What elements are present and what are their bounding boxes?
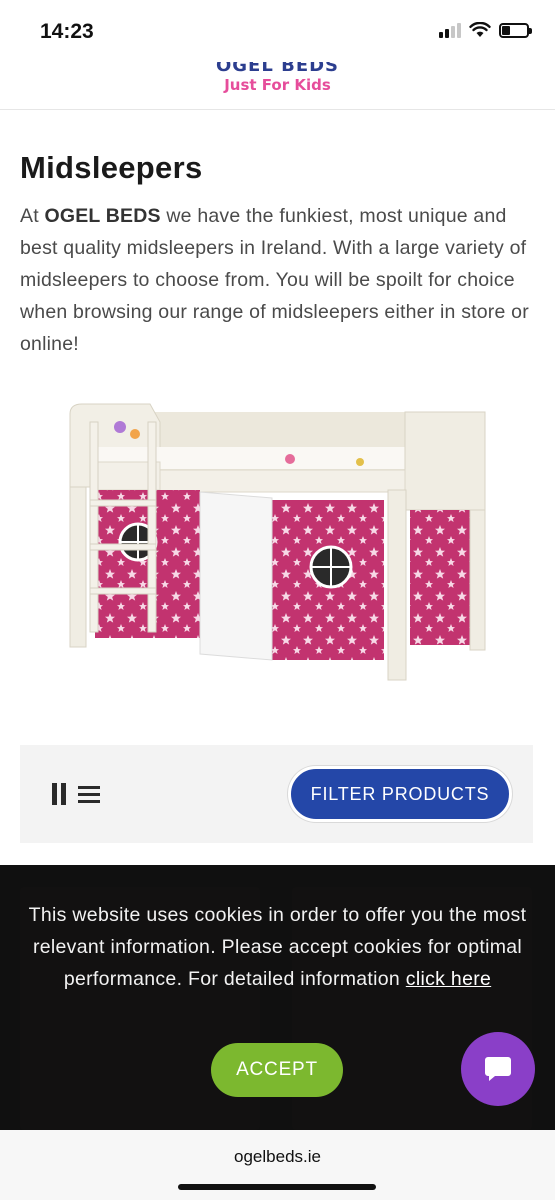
intro-prefix: At <box>20 205 45 227</box>
wifi-icon <box>469 22 491 37</box>
midsleeper-bed-image <box>69 403 486 681</box>
page-title: Midsleepers <box>20 150 203 185</box>
cookie-details-link[interactable]: click here <box>406 968 491 990</box>
cookie-message: This website uses cookies in order to of… <box>10 899 545 995</box>
intro-brand: OGEL BEDS <box>44 205 161 227</box>
status-bar: 14:23 <box>0 0 555 62</box>
list-view-icon[interactable] <box>78 785 100 803</box>
battery-icon <box>499 22 532 38</box>
battery-fill <box>502 25 511 35</box>
filter-bar: FILTER PRODUCTS <box>20 745 533 843</box>
cellular-signal-icon <box>439 22 461 38</box>
view-toggle <box>52 783 100 805</box>
filter-products-button[interactable]: FILTER PRODUCTS <box>288 766 512 822</box>
chat-bubble-icon <box>485 1057 511 1081</box>
home-indicator[interactable] <box>178 1184 376 1190</box>
intro-text: we have the funkiest, most unique and be… <box>20 205 529 355</box>
site-header: OGEL BEDS Just For Kids <box>0 62 555 110</box>
logo-text[interactable]: OGEL BEDS <box>0 62 555 76</box>
cookie-banner: This website uses cookies in order to of… <box>0 865 555 1130</box>
logo-tagline: Just For Kids <box>224 76 331 94</box>
accept-cookies-button[interactable]: ACCEPT <box>211 1043 343 1097</box>
grid-view-icon[interactable] <box>52 783 66 805</box>
browser-url-bar: ogelbeds.ie <box>0 1130 555 1200</box>
status-icons <box>439 22 532 38</box>
chat-button[interactable] <box>461 1032 535 1106</box>
url-text[interactable]: ogelbeds.ie <box>0 1147 555 1167</box>
intro-paragraph: At OGEL BEDS we have the funkiest, most … <box>20 200 540 360</box>
status-time: 14:23 <box>40 20 94 43</box>
